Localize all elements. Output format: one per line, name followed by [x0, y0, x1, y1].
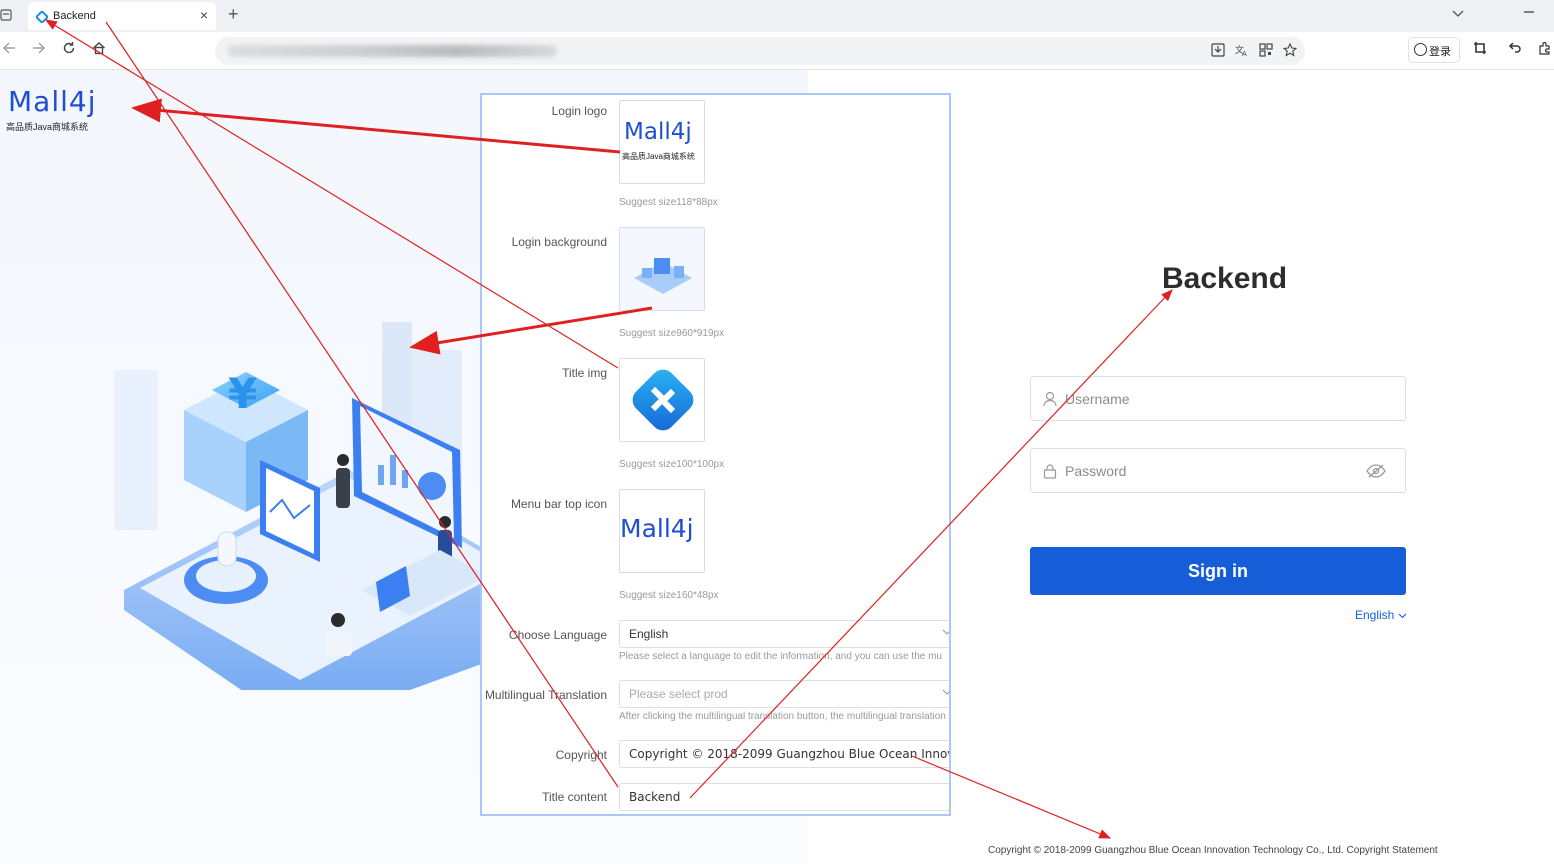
brand-logo: Mall4j — [8, 85, 97, 118]
tab-close-icon[interactable]: × — [200, 7, 208, 23]
svg-text:¥: ¥ — [228, 369, 257, 418]
browser-tab[interactable]: Backend × — [28, 2, 216, 30]
title-img-hint: Suggest size100*100px — [619, 459, 725, 470]
user-avatar-icon — [1414, 43, 1427, 56]
translate-icon[interactable]: 文A — [1235, 43, 1249, 60]
back-arrow-icon[interactable] — [2, 41, 16, 60]
menu-icon-label: Menu bar top icon — [510, 497, 607, 511]
browser-tab-bar: Backend × + — [0, 0, 1554, 32]
extensions-icon[interactable] — [1538, 41, 1552, 60]
minimize-window-button[interactable] — [1523, 3, 1535, 21]
browser-nav-bar: 文A 登录 — [0, 32, 1554, 70]
translation-select-placeholder: Please select prod — [629, 687, 728, 701]
chevron-down-icon — [1398, 613, 1407, 619]
tab-favicon-icon — [34, 9, 50, 28]
menu-icon-wordmark: Mall4j — [620, 514, 694, 543]
qr-code-icon[interactable] — [1259, 43, 1273, 60]
login-logo-label: Login logo — [551, 104, 607, 118]
new-tab-button[interactable]: + — [228, 4, 239, 25]
language-hint: Please select a language to edit the inf… — [619, 651, 942, 662]
title-content-input[interactable]: Backend — [619, 783, 949, 811]
tab-title: Backend — [53, 10, 96, 22]
language-select-value: English — [629, 627, 669, 641]
title-img-label: Title img — [562, 366, 607, 380]
choose-language-label: Choose Language — [508, 628, 607, 642]
language-select[interactable]: English — [619, 620, 949, 648]
login-title: Backend — [1162, 262, 1288, 295]
menu-icon-upload[interactable]: Mall4j — [619, 489, 705, 573]
login-background-hint: Suggest size960*919px — [619, 328, 725, 339]
login-logo-hint: Suggest size118*88px — [619, 197, 718, 208]
thumb-logo-tagline: 高品质Java商城系统 — [622, 152, 695, 161]
thumb-logo-wordmark: Mall4j — [624, 119, 692, 145]
footer-copyright: Copyright © 2018-2099 Guangzhou Blue Oce… — [988, 845, 1438, 856]
user-icon — [1043, 391, 1057, 412]
undo-icon[interactable] — [1507, 41, 1521, 60]
tab-list-chevron-icon[interactable] — [1452, 7, 1464, 21]
site-settings-form: Login logo Mall4j 高品质Java商城系统 Suggest si… — [480, 93, 951, 816]
download-icon[interactable] — [1211, 43, 1225, 60]
window-menu-icon[interactable] — [0, 8, 12, 26]
address-bar[interactable]: 文A — [215, 37, 1305, 65]
login-background-label: Login background — [511, 235, 607, 249]
copyright-label: Copyright — [555, 748, 607, 762]
title-img-logo-icon — [632, 369, 694, 431]
sign-in-button[interactable]: Sign in — [1030, 547, 1406, 595]
isometric-office-illustration: ¥ — [114, 322, 520, 690]
title-content-label: Title content — [542, 790, 607, 804]
translation-label: Multilingual Translation — [484, 688, 607, 702]
translation-hint: After clicking the multilingual translat… — [619, 711, 946, 722]
bookmark-star-icon[interactable] — [1282, 42, 1298, 60]
login-background-upload[interactable] — [619, 227, 705, 311]
svg-text:A: A — [1242, 50, 1247, 57]
crop-icon[interactable] — [1473, 41, 1487, 60]
copyright-input[interactable]: Copyright © 2018-2099 Guangzhou Blue Oce… — [619, 740, 949, 768]
language-switch[interactable]: English — [1355, 608, 1407, 622]
reload-icon[interactable] — [62, 41, 76, 60]
blurred-url — [227, 45, 557, 57]
home-icon[interactable] — [92, 41, 106, 60]
lock-icon — [1043, 463, 1057, 484]
login-logo-upload[interactable]: Mall4j 高品质Java商城系统 — [619, 100, 705, 184]
password-field[interactable]: Password — [1030, 448, 1406, 493]
chevron-down-icon — [942, 627, 949, 638]
browser-login-button[interactable]: 登录 — [1408, 37, 1460, 63]
password-placeholder: Password — [1065, 463, 1127, 479]
browser-login-label: 登录 — [1429, 46, 1451, 58]
username-placeholder: Username — [1065, 391, 1130, 407]
eye-hidden-icon[interactable] — [1366, 463, 1386, 484]
forward-arrow-icon[interactable] — [32, 41, 46, 60]
chevron-down-icon — [942, 687, 949, 698]
translation-select[interactable]: Please select prod — [619, 680, 949, 708]
background-thumbnail-image — [620, 228, 704, 310]
title-img-upload[interactable] — [619, 358, 705, 442]
language-switch-label: English — [1355, 608, 1395, 622]
menu-icon-hint: Suggest size160*48px — [619, 590, 719, 601]
brand-tagline: 高品质Java商城系统 — [6, 122, 89, 132]
username-field[interactable]: Username — [1030, 376, 1406, 421]
